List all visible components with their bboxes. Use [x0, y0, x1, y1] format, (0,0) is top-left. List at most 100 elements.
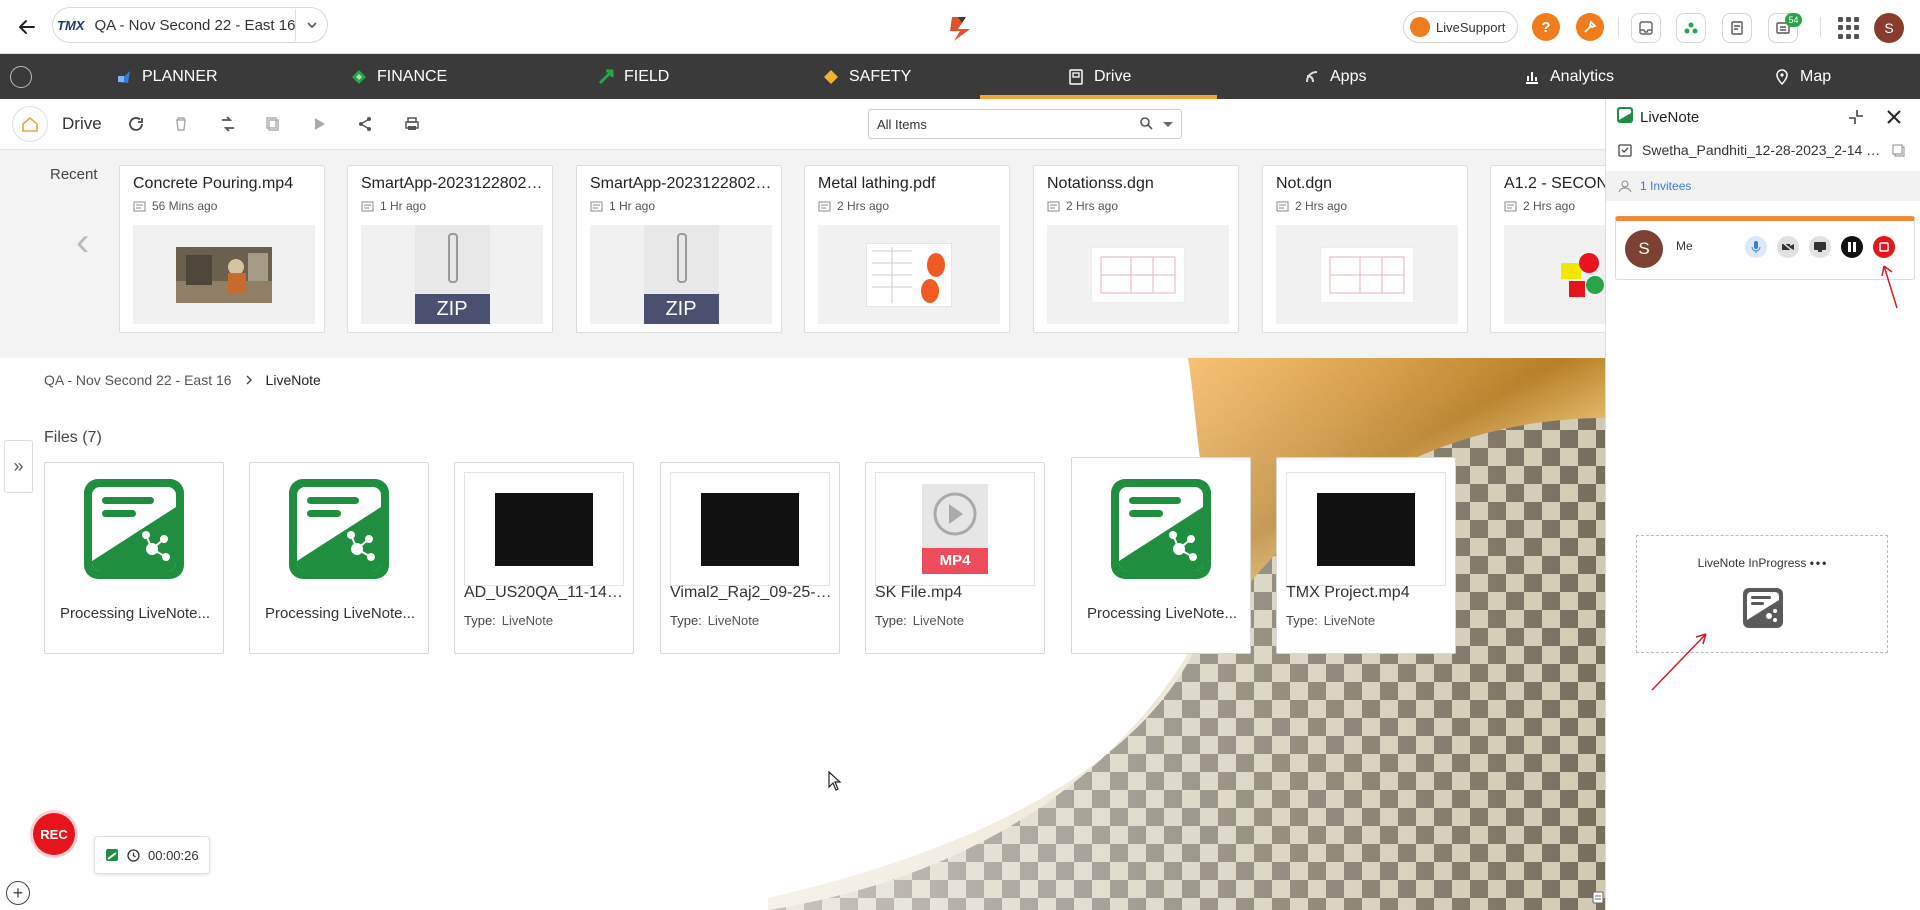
minimize-icon[interactable] [1847, 108, 1865, 126]
invitees-row[interactable]: 1 Invitees [1606, 171, 1920, 201]
share-icon[interactable] [353, 112, 377, 136]
file-name: Processing LiveNote... [264, 605, 416, 622]
copy-icon[interactable] [261, 112, 285, 136]
recent-card-time: 56 Mins ago [133, 199, 217, 213]
project-selector[interactable]: TMX QA - Nov Second 22 - East 16 [52, 7, 328, 43]
mouse-cursor-icon [828, 771, 842, 791]
nav-item-field[interactable]: FIELD [596, 54, 669, 99]
recent-card-title: A1.2 - SECOND FLOOR.pdf [1504, 175, 1605, 192]
file-type: Type: LiveNote [875, 613, 964, 628]
file-type: Type: LiveNote [1286, 613, 1375, 628]
file-type: Type: LiveNote [464, 613, 553, 628]
recent-card-time: 1 Hr ago [590, 199, 655, 213]
user-avatar[interactable]: S [1874, 13, 1904, 43]
nav-item-safety[interactable]: SAFETY [821, 54, 911, 99]
recent-card[interactable]: Metal lathing.pdf 2 Hrs ago [804, 165, 1010, 333]
annotation-arrow [1881, 265, 1898, 309]
tools-icon[interactable] [1576, 13, 1604, 41]
live-support-button[interactable]: LiveSupport [1403, 11, 1518, 43]
separator [1618, 17, 1619, 37]
progress-text: LiveNote InProgress [1697, 556, 1807, 570]
file-card[interactable]: Processing LiveNote... [1071, 457, 1251, 654]
refresh-icon[interactable] [124, 112, 148, 136]
drive-small-icon [1504, 201, 1517, 211]
drive-small-icon [1047, 201, 1060, 211]
nav-item-finance[interactable]: FINANCE [349, 54, 447, 99]
team-icon[interactable] [1676, 13, 1706, 43]
recent-card[interactable]: Concrete Pouring.mp4 56 Mins ago [119, 165, 325, 333]
recent-card[interactable]: SmartApp-20231228024512.zip 1 Hr ago ZIP [576, 165, 782, 333]
recent-card-title: SmartApp-20231228025045.zip [361, 175, 547, 192]
time-text: 2 Hrs ago [1066, 199, 1119, 213]
home-button[interactable] [12, 106, 48, 142]
delete-icon[interactable] [169, 112, 193, 136]
camera-off-icon[interactable] [1777, 236, 1799, 258]
app-logo-icon[interactable] [944, 11, 978, 45]
file-card[interactable]: AD_US20QA_11-14-2023_1-02 PM.mp4 Type: Li… [454, 462, 634, 654]
recent-card-time: 1 Hr ago [361, 199, 426, 213]
livenote-icon [259, 472, 419, 586]
microphone-icon[interactable] [1745, 236, 1767, 258]
recent-card[interactable]: A1.2 - SECOND FLOOR.pdf 2 Hrs ago [1490, 165, 1605, 333]
copy-icon[interactable] [1892, 144, 1905, 157]
inbox-icon[interactable] [1631, 13, 1661, 43]
nav-item-drive[interactable]: Drive [979, 54, 1219, 99]
recent-card-title: SmartApp-20231228024512.zip [590, 175, 776, 192]
files-heading: Files (7) [44, 429, 102, 446]
pause-icon[interactable] [1841, 236, 1863, 258]
expand-sidebar-icon[interactable]: » [4, 440, 33, 493]
field-icon [596, 67, 616, 87]
file-card[interactable]: MP4 SK File.mp4 Type: LiveNote [865, 462, 1045, 654]
drive-toolbar: Drive All Items [0, 99, 1605, 150]
nav-item-apps[interactable]: Apps [1302, 54, 1366, 99]
file-card[interactable]: Processing LiveNote... [249, 462, 429, 654]
zoom-in-icon[interactable]: + [6, 881, 30, 905]
play-icon[interactable] [307, 112, 331, 136]
loading-dots-icon: ••• [1809, 556, 1829, 570]
recent-card[interactable]: SmartApp-20231228025045.zip 1 Hr ago ZIP [347, 165, 553, 333]
file-card[interactable]: Processing LiveNote... [44, 462, 224, 654]
record-button[interactable]: REC [33, 813, 75, 855]
recent-card[interactable]: Notationss.dgn 2 Hrs ago [1033, 165, 1239, 333]
recent-card-title: Metal lathing.pdf [818, 175, 936, 192]
invitees-count: 1 Invitees [1640, 179, 1692, 193]
stop-recording-icon[interactable] [1873, 236, 1895, 258]
help-icon[interactable]: ? [1532, 13, 1560, 41]
nav-menu-icon[interactable] [10, 66, 32, 88]
nav-item-analytics[interactable]: Analytics [1522, 54, 1614, 99]
file-card[interactable]: Vimal2_Raj2_09-25-2023_4-12 PM.mp4 Type:… [660, 462, 840, 654]
drive-small-icon [818, 201, 831, 211]
screen-share-icon[interactable] [1809, 236, 1831, 258]
recent-card[interactable]: Not.dgn 2 Hrs ago [1262, 165, 1468, 333]
nav-label: Drive [1094, 67, 1132, 85]
plan-thumbnail [1504, 225, 1605, 324]
file-card[interactable]: TMX Project.mp4 Type: LiveNote [1276, 457, 1456, 654]
move-icon[interactable] [216, 112, 240, 136]
dropdown-caret-icon[interactable] [1163, 122, 1173, 127]
app-grid-icon[interactable] [1838, 17, 1860, 39]
livenote-panel: LiveNote Swetha_Pandhiti_12-28-2023_2-14… [1592, 99, 1920, 910]
print-icon[interactable] [400, 112, 424, 136]
close-icon[interactable] [1885, 108, 1903, 126]
video-thumbnail [133, 225, 315, 324]
drive-icon [1066, 67, 1086, 87]
chevron-left-icon[interactable]: ‹ [76, 220, 89, 265]
nav-item-planner[interactable]: PLANNER [114, 54, 218, 99]
type-label: Type: [1286, 613, 1318, 628]
recording-timer[interactable]: 00:00:26 [94, 836, 210, 874]
notification-count-badge: 54 [1785, 13, 1802, 27]
back-arrow-icon[interactable] [14, 14, 40, 40]
session-row: Swetha_Pandhiti_12-28-2023_2-14 PM [1618, 142, 1914, 158]
apps-icon [1302, 67, 1322, 87]
tasks-icon[interactable] [1722, 13, 1752, 43]
separator [1820, 17, 1821, 37]
chevron-down-icon[interactable] [295, 9, 327, 41]
recent-card-time: 2 Hrs ago [1504, 199, 1575, 213]
nav-label: FINANCE [377, 67, 448, 85]
breadcrumb-root[interactable]: QA - Nov Second 22 - East 16 [44, 372, 232, 388]
filter-search-input[interactable]: All Items [868, 109, 1182, 139]
clipboard-icon[interactable] [1591, 890, 1605, 904]
search-icon[interactable] [1139, 116, 1153, 130]
video-thumbnail [1286, 472, 1446, 586]
nav-item-map[interactable]: Map [1772, 54, 1831, 99]
